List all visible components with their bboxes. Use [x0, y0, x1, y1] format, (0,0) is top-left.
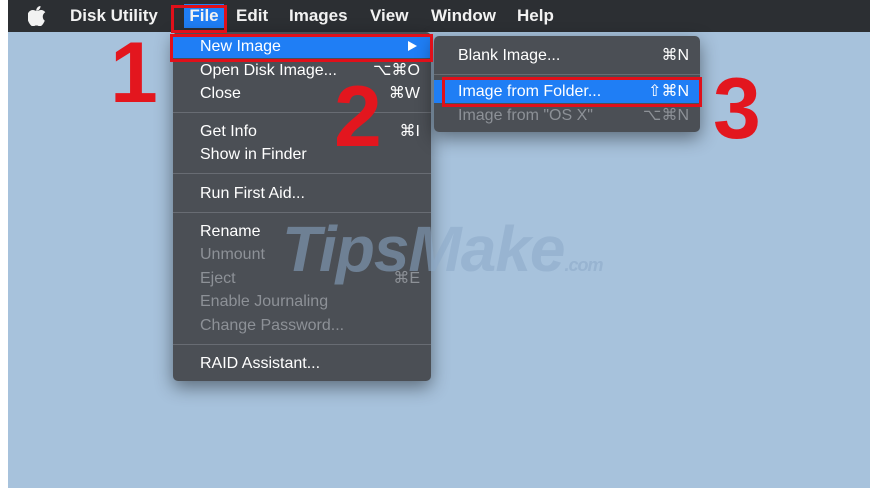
menu-item-change-password: Change Password... [173, 314, 431, 337]
menu-edit[interactable]: Edit [236, 0, 268, 32]
menu-item-label: RAID Assistant... [200, 355, 321, 372]
menu-item-run-first-aid[interactable]: Run First Aid... [173, 182, 431, 205]
submenu-item-image-from-os-x: Image from "OS X" ⌥⌘N [434, 104, 700, 127]
menu-item-shortcut: ⌘I [399, 123, 420, 140]
menu-item-label: Rename [200, 223, 261, 240]
menu-separator [173, 173, 431, 174]
menu-item-close[interactable]: Close ⌘W [173, 82, 431, 105]
menu-item-label: Image from "OS X" [458, 107, 593, 124]
annotation-box-image-from-folder [442, 77, 702, 107]
menu-item-enable-journaling: Enable Journaling [173, 290, 431, 313]
menu-item-shortcut: ⌘W [388, 85, 420, 102]
menu-item-show-in-finder[interactable]: Show in Finder [173, 143, 431, 166]
menu-item-label: Get Info [200, 123, 257, 140]
menu-item-shortcut: ⌥⌘N [643, 107, 689, 124]
annotation-box-file-menu [171, 5, 227, 33]
watermark-main: TipsMake [282, 213, 565, 285]
menu-images[interactable]: Images [289, 0, 348, 32]
apple-icon[interactable] [28, 6, 46, 26]
watermark: TipsMake.com [282, 212, 604, 286]
menu-view[interactable]: View [370, 0, 408, 32]
menu-item-label: Blank Image... [458, 47, 561, 64]
menu-item-label: Show in Finder [200, 146, 307, 163]
menu-help[interactable]: Help [517, 0, 554, 32]
annotation-box-new-image [170, 34, 433, 62]
menu-item-label: Unmount [200, 246, 265, 263]
menu-item-label: Enable Journaling [200, 293, 329, 310]
menu-item-shortcut: ⌘N [661, 47, 689, 64]
menu-item-raid-assistant[interactable]: RAID Assistant... [173, 352, 431, 375]
annotation-step-2: 2 [334, 69, 382, 165]
menu-item-label: Open Disk Image... [200, 62, 337, 79]
menu-item-open-disk-image[interactable]: Open Disk Image... ⌥⌘O [173, 59, 431, 82]
menu-window[interactable]: Window [431, 0, 496, 32]
menu-item-label: Eject [200, 270, 236, 287]
menu-separator [434, 74, 700, 75]
menu-item-label: Close [200, 85, 241, 102]
menu-item-label: Run First Aid... [200, 185, 305, 202]
submenu-item-blank-image[interactable]: Blank Image... ⌘N [434, 44, 700, 67]
annotation-step-3: 3 [713, 61, 761, 157]
menu-item-label: Change Password... [200, 317, 345, 334]
watermark-suffix: .com [564, 255, 604, 275]
menu-separator [173, 344, 431, 345]
annotation-step-1: 1 [110, 25, 158, 121]
menu-item-get-info[interactable]: Get Info ⌘I [173, 120, 431, 143]
menu-separator [173, 112, 431, 113]
file-menu: New Image Open Disk Image... ⌥⌘O Close ⌘… [173, 32, 431, 381]
